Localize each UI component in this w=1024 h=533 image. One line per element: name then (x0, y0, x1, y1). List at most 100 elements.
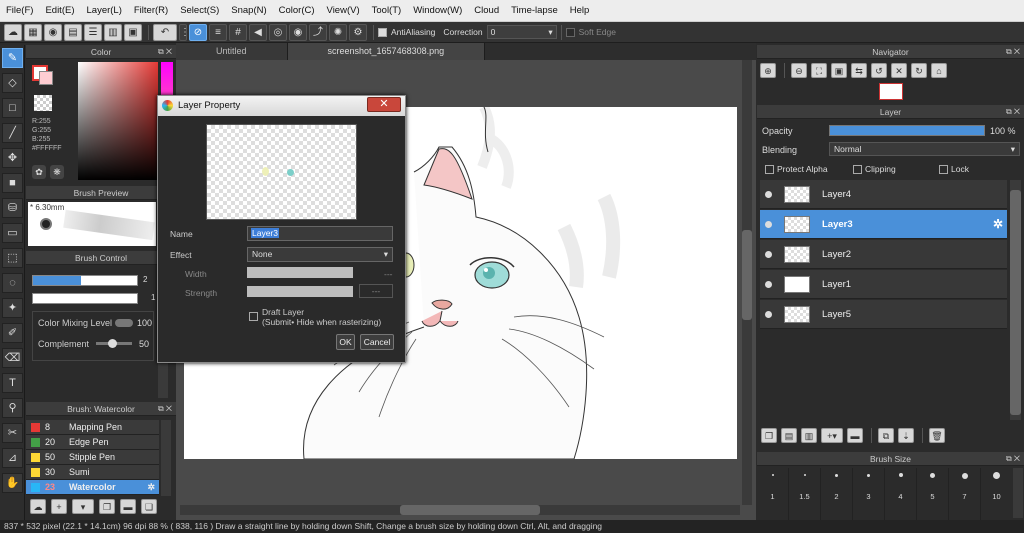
menu-help[interactable]: Help (564, 0, 596, 22)
menu-time-lapse[interactable]: Time-lapse (505, 0, 564, 22)
divide-tool-icon[interactable]: ✂ (2, 423, 23, 443)
new-layer-icon[interactable]: ❐ (761, 428, 777, 443)
lock-checkbox[interactable] (939, 165, 948, 174)
complement-handle[interactable] (108, 339, 117, 348)
layer-row-layer1[interactable]: Layer1 (760, 270, 1007, 299)
size-cell-5[interactable]: 5 (917, 468, 949, 520)
panel-close-icon[interactable]: ⧉ ✕ (1006, 45, 1020, 59)
panel-close-icon[interactable]: ⧉ ✕ (1006, 105, 1020, 119)
new-1bit-layer-icon[interactable]: ▥ (801, 428, 817, 443)
text-tool-icon[interactable]: T (2, 373, 23, 393)
new-halftone-layer-icon[interactable]: ▤ (781, 428, 797, 443)
parallel-snap-icon[interactable]: ≡ (209, 23, 227, 41)
menu-tool[interactable]: Tool(T) (366, 0, 408, 22)
more-icon[interactable]: ⋮ (179, 23, 190, 41)
layer-row-layer4[interactable]: Layer4 (760, 180, 1007, 209)
zoom-in-icon[interactable]: ⊕ (760, 63, 776, 78)
brush-opacity-slider[interactable] (32, 293, 138, 304)
flip-icon[interactable]: ⇆ (851, 63, 867, 78)
menu-snap[interactable]: Snap(N) (225, 0, 272, 22)
visibility-eye-icon[interactable] (765, 280, 772, 288)
brush-item-watercolor[interactable]: 23 Watercolor ✲ (26, 480, 159, 495)
rectangle-tool-icon[interactable]: □ (2, 98, 23, 118)
panel-close-icon[interactable]: ⧉ ✕ (158, 402, 172, 416)
cloud-icon[interactable]: ☁ (4, 23, 22, 41)
menu-filter[interactable]: Filter(R) (128, 0, 174, 22)
lasso-tool-icon[interactable]: ◌ (2, 273, 23, 293)
correction-select[interactable]: 0 ▾ (486, 25, 557, 39)
layers-icon[interactable]: ▥ (104, 23, 122, 41)
menu-color[interactable]: Color(C) (273, 0, 321, 22)
draft-layer-checkbox[interactable] (249, 312, 258, 321)
cancel-button[interactable]: Cancel (360, 334, 394, 350)
pin-icon[interactable]: ⌂ (931, 63, 947, 78)
size-cell-1-5[interactable]: 1.5 (789, 468, 821, 520)
folder-icon[interactable]: ▬ (847, 428, 863, 443)
scroll-thumb[interactable] (400, 505, 540, 515)
size-cell-4[interactable]: 4 (885, 468, 917, 520)
visibility-eye-icon[interactable] (765, 190, 772, 198)
size-cell-2[interactable]: 2 (821, 468, 853, 520)
color-wheel-icon[interactable]: ✿ (32, 165, 46, 179)
palette-icon[interactable]: ❋ (50, 165, 64, 179)
merge-layer-icon[interactable]: ⇣ (898, 428, 914, 443)
blending-select[interactable]: Normal ▾ (829, 142, 1020, 156)
scroll-thumb[interactable] (742, 230, 752, 320)
cloud-brush-icon[interactable]: ☁ (30, 499, 46, 514)
layer-row-layer3[interactable]: Layer3 ✲ (760, 210, 1007, 239)
paste-brush-icon[interactable]: ❏ (141, 499, 157, 514)
no-snap-icon[interactable]: ⊘ (189, 23, 207, 41)
menu-select[interactable]: Select(S) (174, 0, 225, 22)
menu-view[interactable]: View(V) (321, 0, 366, 22)
move-tool-icon[interactable]: ✥ (2, 148, 23, 168)
gradient-tool-icon[interactable]: ▭ (2, 223, 23, 243)
panel-close-icon[interactable]: ⧉ ✕ (158, 45, 172, 59)
fit-screen-icon[interactable]: ⛶ (811, 63, 827, 78)
perspective-snap-icon[interactable]: ✺ (329, 23, 347, 41)
menu-edit[interactable]: Edit(E) (39, 0, 80, 22)
select-tool-icon[interactable]: ⬚ (2, 248, 23, 268)
frame-icon[interactable]: ▣ (124, 23, 142, 41)
menu-file[interactable]: File(F) (0, 0, 39, 22)
panel-close-icon[interactable]: ⧉ ✕ (1006, 452, 1020, 466)
comment-icon[interactable]: ▤ (64, 23, 82, 41)
actual-size-icon[interactable]: ▣ (831, 63, 847, 78)
brush-size-scrollbar[interactable] (1013, 468, 1023, 518)
duplicate-layer-icon[interactable]: ⧉ (878, 428, 894, 443)
size-cell-7[interactable]: 7 (949, 468, 981, 520)
size-cell-1[interactable]: 1 (757, 468, 789, 520)
visibility-eye-icon[interactable] (765, 250, 772, 258)
eyedropper-tool-icon[interactable]: ⊿ (2, 448, 23, 468)
menu-cloud[interactable]: Cloud (468, 0, 505, 22)
layer-row-layer5[interactable]: Layer5 (760, 300, 1007, 329)
strength-slider[interactable] (247, 286, 353, 297)
layer-list-scrollbar[interactable] (1010, 180, 1021, 420)
brush-item-sumi[interactable]: 30 Sumi (26, 465, 159, 480)
ok-button[interactable]: OK (336, 334, 355, 350)
brush-size-slider[interactable] (32, 275, 138, 286)
bucket-tool-icon[interactable]: ⛁ (2, 198, 23, 218)
layer-row-layer2[interactable]: Layer2 (760, 240, 1007, 269)
eraser-tool-icon[interactable]: ◇ (2, 73, 23, 93)
concentric-snap-icon[interactable]: ◉ (289, 23, 307, 41)
gear-icon[interactable]: ✲ (993, 217, 1003, 231)
speech-bubble-icon[interactable]: ◉ (44, 23, 62, 41)
color-mixing-slider[interactable] (115, 319, 133, 327)
reset-rotation-icon[interactable]: ✕ (891, 63, 907, 78)
hand-tool-icon[interactable]: ✋ (2, 473, 23, 493)
snap-settings-icon[interactable]: ⚙ (349, 23, 367, 41)
size-cell-10[interactable]: 10 (981, 468, 1012, 520)
opacity-slider[interactable] (829, 125, 985, 136)
brush-list-scrollbar[interactable] (161, 420, 171, 496)
rotate-right-icon[interactable]: ↻ (911, 63, 927, 78)
brush-item-edge-pen[interactable]: 20 Edge Pen (26, 435, 159, 450)
menu-layer[interactable]: Layer(L) (81, 0, 128, 22)
background-color-swatch[interactable] (39, 71, 53, 85)
size-cell-3[interactable]: 3 (853, 468, 885, 520)
folder-icon[interactable]: ▬ (120, 499, 136, 514)
canvas-horizontal-scrollbar[interactable] (180, 505, 740, 515)
soft-edge-checkbox[interactable] (565, 27, 575, 37)
antialiasing-checkbox[interactable] (378, 27, 387, 37)
list-icon[interactable]: ☰ (84, 23, 102, 41)
radial-snap-icon[interactable]: ◀ (249, 23, 267, 41)
